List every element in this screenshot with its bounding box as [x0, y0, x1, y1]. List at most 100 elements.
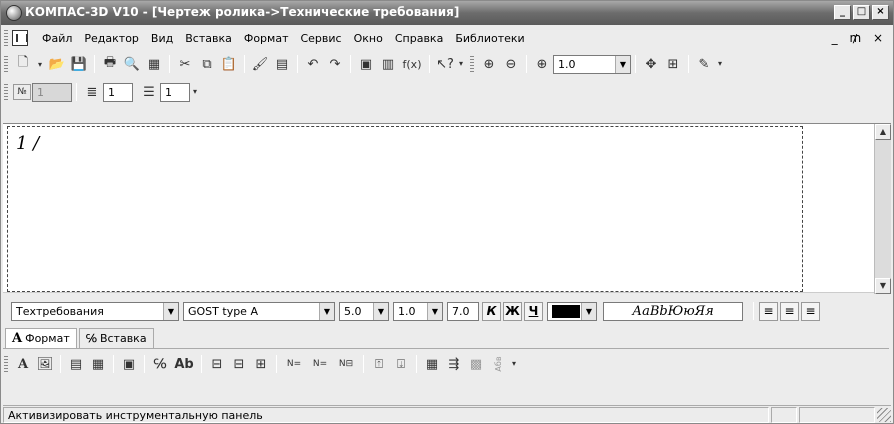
chevron-down-icon[interactable]: ▼ — [373, 302, 388, 320]
show-all-icon[interactable]: ⊞ — [663, 54, 683, 74]
text-case-icon[interactable]: Ab — [172, 354, 196, 374]
mdi-controls[interactable]: _ ₥ × — [832, 31, 887, 45]
menu-view[interactable]: Вид — [145, 32, 179, 45]
menu-editor[interactable]: Редактор — [78, 32, 145, 45]
chevron-down-icon[interactable]: ▼ — [615, 55, 630, 73]
toolbar-chevron-icon[interactable]: ▾ — [459, 55, 467, 73]
cut-icon[interactable]: ✂ — [175, 54, 195, 74]
menu-insert[interactable]: Вставка — [179, 32, 238, 45]
print-preview-icon[interactable]: 🔍 — [122, 54, 142, 74]
variables-icon[interactable]: f(x) — [400, 54, 424, 74]
format-brush-icon[interactable]: 🖌 — [250, 54, 270, 74]
refresh-icon[interactable]: ✎ — [694, 54, 714, 74]
open-folder-icon[interactable]: 📂 — [47, 54, 67, 74]
image-icon[interactable]: 🖼 — [35, 354, 55, 374]
undo-icon[interactable]: ↶ — [303, 54, 323, 74]
zoom-in-icon[interactable]: ⊕ — [479, 54, 499, 74]
align-left-icon[interactable]: ≡ — [759, 301, 778, 321]
editor-text[interactable]: 1 / — [16, 133, 39, 154]
manager-icon[interactable]: ▣ — [356, 54, 376, 74]
number-icon[interactable]: № — [13, 84, 31, 100]
pan-icon[interactable]: ✥ — [641, 54, 661, 74]
page-setup-icon[interactable]: ▦ — [144, 54, 164, 74]
grid-table-icon[interactable]: ▦ — [422, 354, 442, 374]
toolbar-grip[interactable] — [4, 56, 8, 72]
close-button[interactable]: × — [872, 5, 889, 20]
menu-service[interactable]: Сервис — [294, 32, 347, 45]
toolbar-grip[interactable] — [470, 56, 474, 72]
tab-format[interactable]: A Формат — [5, 328, 77, 348]
italic-button[interactable]: К — [482, 301, 501, 321]
subscript-icon[interactable]: N= — [308, 354, 332, 374]
superscript-icon[interactable]: N= — [282, 354, 306, 374]
object-icon[interactable]: ▦ — [88, 354, 108, 374]
properties-icon[interactable]: ▤ — [272, 54, 292, 74]
spacing-field[interactable]: 1 — [160, 82, 190, 102]
chevron-down-icon[interactable]: ▼ — [581, 302, 596, 320]
toolbar-grip[interactable] — [4, 356, 8, 372]
menubar-grip[interactable] — [4, 30, 8, 46]
table-insert-icon[interactable]: ▣ — [119, 354, 139, 374]
upper-dev-icon[interactable]: ⍐ — [369, 354, 389, 374]
menu-window[interactable]: Окно — [348, 32, 389, 45]
resize-grip-icon[interactable] — [877, 407, 891, 422]
toolbar-chevron-icon[interactable]: ▾ — [718, 55, 726, 73]
list-level-field[interactable]: 1 — [103, 82, 133, 102]
height-combo[interactable]: 5.0 ▼ — [339, 301, 389, 321]
bold-button[interactable]: Ж — [503, 301, 522, 321]
new-document-icon[interactable]: 🗋 — [13, 54, 33, 74]
app-logo-icon[interactable] — [6, 5, 22, 21]
menu-libraries[interactable]: Библиотеки — [449, 32, 530, 45]
menu-help[interactable]: Справка — [389, 32, 449, 45]
title-bar[interactable]: КОМПАС-3D V10 - [Чертеж ролика->Техничес… — [1, 1, 893, 25]
step-field[interactable]: 7.0 — [447, 301, 479, 321]
chevron-down-icon[interactable]: ▼ — [319, 302, 334, 320]
narrowing-combo[interactable]: 1.0 ▼ — [393, 301, 443, 321]
fragment-icon[interactable]: ▤ — [66, 354, 86, 374]
toolbar-grip[interactable] — [4, 84, 8, 100]
list-indent-icon[interactable]: ≣ — [82, 82, 102, 102]
help-pointer-icon[interactable]: ↖? — [435, 54, 455, 74]
scroll-down-icon[interactable]: ▼ — [875, 278, 891, 294]
toolbar-chevron-icon[interactable]: ▾ — [193, 83, 201, 101]
text-style-icon[interactable]: A — [13, 354, 33, 374]
copy-icon[interactable]: ⧉ — [197, 54, 217, 74]
align-center-icon[interactable]: ≡ — [780, 301, 799, 321]
text-editor[interactable]: 1 / ▲ ▼ — [3, 123, 891, 294]
chevron-down-icon[interactable]: ▼ — [427, 302, 442, 320]
zoom-combo[interactable]: 1.0 ▼ — [553, 54, 631, 74]
fraction-icon[interactable]: ⊟ — [207, 354, 227, 374]
text-frame[interactable]: 1 / — [7, 126, 803, 292]
color-combo[interactable]: ▼ — [547, 301, 597, 321]
zoom-out-icon[interactable]: ⊖ — [501, 54, 521, 74]
library-icon[interactable]: ▥ — [378, 54, 398, 74]
separator — [416, 355, 417, 373]
font-combo[interactable]: GOST type A ▼ — [183, 301, 335, 321]
zoom-window-icon[interactable]: ⊕ — [532, 54, 552, 74]
dropdown-arrow-icon[interactable]: ▾ — [35, 54, 45, 74]
underline-button[interactable]: Ч — [524, 301, 543, 321]
redo-icon[interactable]: ↷ — [325, 54, 345, 74]
sign-icon[interactable]: ⇶ — [444, 354, 464, 374]
tab-insert[interactable]: ℅ Вставка — [78, 328, 154, 348]
menu-file[interactable]: Файл — [36, 32, 78, 45]
chevron-down-icon[interactable]: ▼ — [163, 302, 178, 320]
fraction-alt-icon[interactable]: ⊟ — [229, 354, 249, 374]
toolbar-chevron-icon[interactable]: ▾ — [512, 355, 520, 373]
minimize-button[interactable]: _ — [834, 5, 851, 20]
paste-icon[interactable]: 📋 — [219, 54, 239, 74]
style-combo[interactable]: Техтребования ▼ — [11, 301, 179, 321]
scroll-up-icon[interactable]: ▲ — [875, 124, 891, 140]
vertical-scrollbar[interactable]: ▲ ▼ — [874, 124, 891, 294]
menu-format[interactable]: Формат — [238, 32, 295, 45]
line-spacing-icon[interactable]: ☰ — [139, 82, 159, 102]
align-right-icon[interactable]: ≡ — [801, 301, 820, 321]
index-icon[interactable]: N⊟ — [334, 354, 358, 374]
special-char-icon[interactable]: ℅ — [150, 354, 170, 374]
document-icon[interactable] — [12, 30, 28, 46]
deviation-icon[interactable]: ⊞ — [251, 354, 271, 374]
save-icon[interactable]: 💾 — [69, 54, 89, 74]
print-icon[interactable]: 🖶 — [100, 54, 120, 74]
maximize-button[interactable]: □ — [853, 5, 870, 20]
lower-dev-icon[interactable]: ⍗ — [391, 354, 411, 374]
